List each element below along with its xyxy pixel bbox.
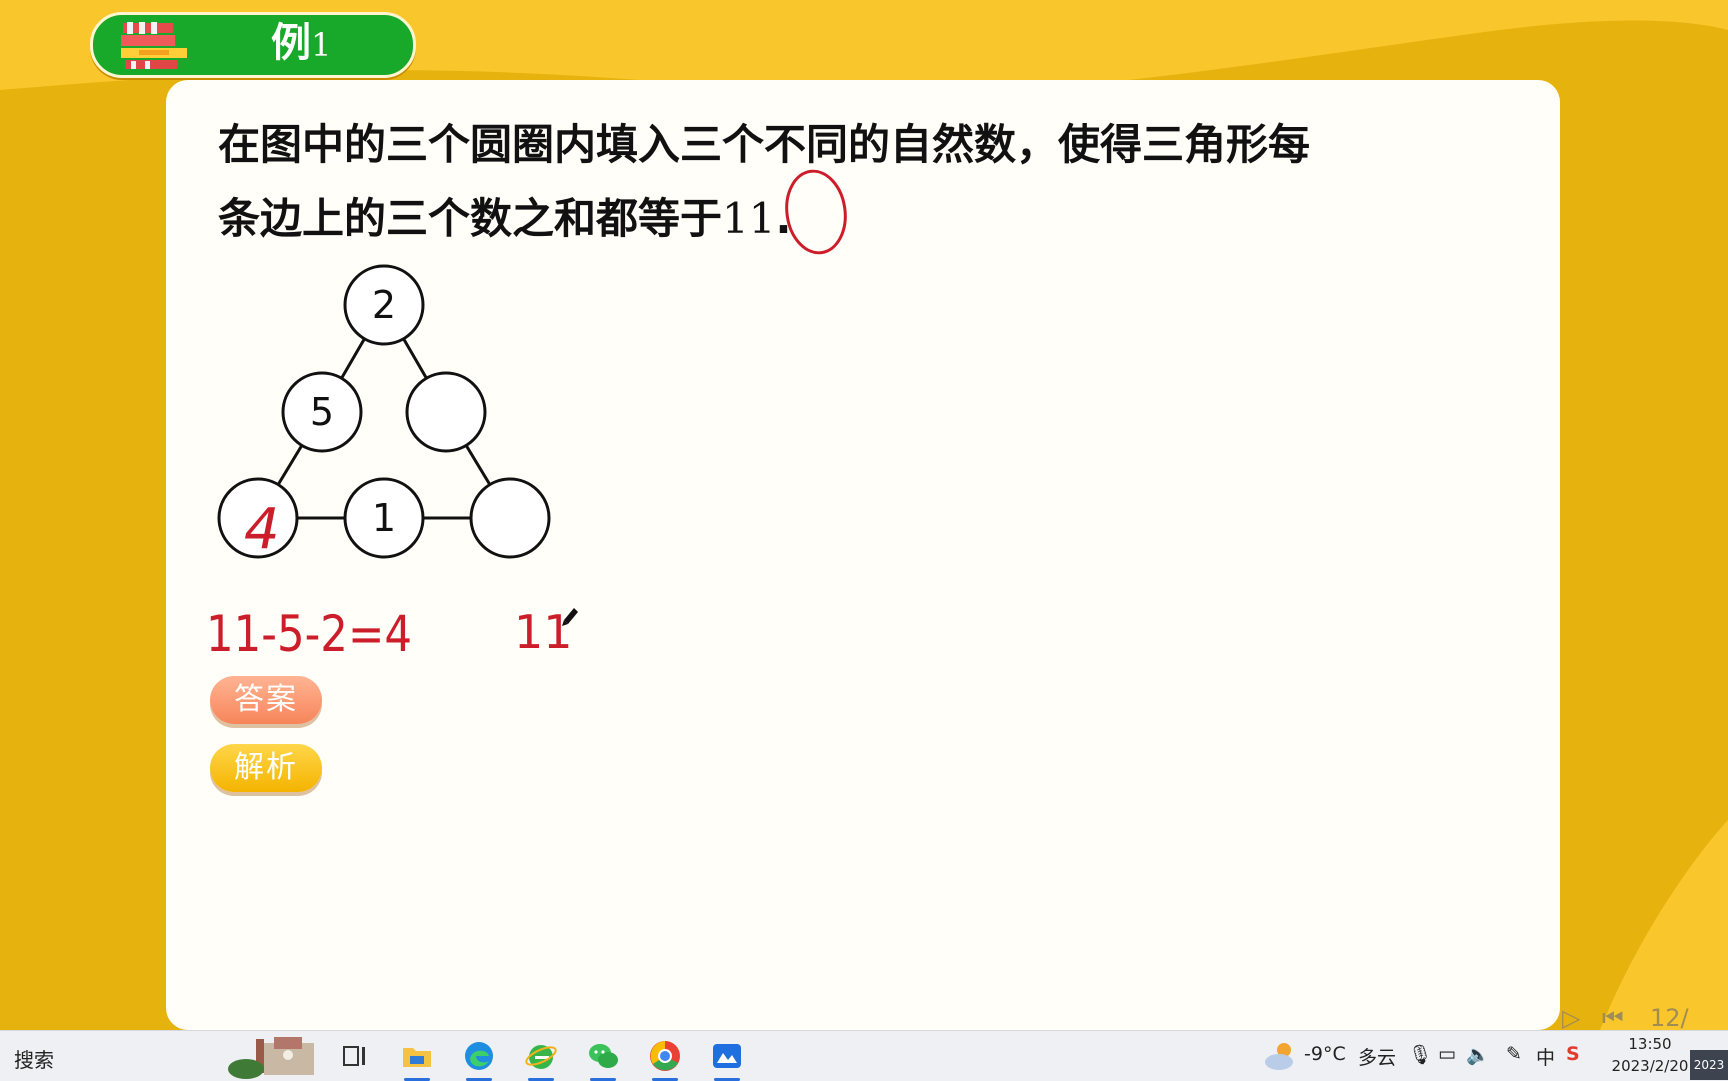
volume-icon[interactable]: 🔈 <box>1466 1043 1490 1066</box>
answer-button[interactable]: 答案 <box>210 676 322 724</box>
analysis-button[interactable]: 解析 <box>210 744 322 792</box>
triangle-diagram: 2 5 1 <box>217 264 551 559</box>
circle-left-mid-value: 5 <box>310 390 334 434</box>
title-prefix: 例 <box>271 20 311 66</box>
clock-date: 2023/2/20 <box>1611 1057 1689 1075</box>
clock-time: 13:50 <box>1628 1035 1672 1053</box>
file-explorer-icon[interactable] <box>400 1039 434 1081</box>
example-title-badge: 例1 <box>90 12 416 78</box>
meeting-app-icon[interactable] <box>710 1039 744 1081</box>
weather-temperature[interactable]: -9°C <box>1304 1043 1346 1065</box>
question-text: 在图中的三个圆圈内填入三个不同的自然数，使得三角形每 条边上的三个数之和都等于1… <box>218 108 1518 256</box>
play-icon[interactable]: ▷ <box>1562 1004 1580 1032</box>
question-line-1: 在图中的三个圆圈内填入三个不同的自然数，使得三角形每 <box>218 120 1311 169</box>
previous-icon[interactable]: ⏮ <box>1602 1004 1624 1032</box>
clock[interactable]: 13:50 2023/2/20 <box>1600 1033 1700 1077</box>
edge-browser-icon[interactable] <box>462 1039 496 1081</box>
sogou-ime-icon[interactable]: S <box>1566 1043 1580 1065</box>
ime-indicator[interactable]: 中 <box>1536 1043 1555 1070</box>
wechat-icon[interactable] <box>586 1039 620 1081</box>
example-title: 例1 <box>271 21 331 67</box>
circle-bottom-mid[interactable]: 1 <box>343 477 425 559</box>
question-line-2-text: 条边上的三个数之和都等于 <box>218 194 723 243</box>
circle-top[interactable]: 2 <box>343 264 425 346</box>
task-view-icon[interactable] <box>338 1039 372 1073</box>
weather-cloud-icon[interactable] <box>1262 1039 1298 1073</box>
circle-right-mid[interactable] <box>405 371 487 453</box>
microphone-icon[interactable]: 🎙 <box>1408 1043 1432 1066</box>
question-end: . <box>775 194 792 243</box>
circle-top-value: 2 <box>372 283 396 327</box>
ie-browser-icon[interactable] <box>524 1039 558 1081</box>
books-icon <box>121 22 187 69</box>
circle-left-mid[interactable]: 5 <box>281 371 363 453</box>
circle-bottom-mid-value: 1 <box>372 496 396 540</box>
chrome-icon[interactable] <box>648 1039 682 1081</box>
question-number: 11 <box>722 194 776 243</box>
page-indicator: 12/ <box>1650 1004 1689 1032</box>
network-icon[interactable]: ▭ <box>1438 1043 1456 1065</box>
pen-icon[interactable]: ✎ <box>1506 1043 1522 1065</box>
circle-bottom-right[interactable] <box>469 477 551 559</box>
search-highlight-image <box>226 1033 322 1079</box>
taskbar: 搜索 -9°C 多云 🎙 ▭ 🔈 ✎ 中 S 13:50 2023/2/20 <box>0 1030 1728 1081</box>
title-number: 1 <box>311 26 332 64</box>
question-line-2: 条边上的三个数之和都等于11. <box>218 182 1518 256</box>
taskbar-search[interactable]: 搜索 <box>14 1044 54 1073</box>
notification-corner[interactable]: 2023 <box>1690 1050 1728 1080</box>
circle-bottom-left[interactable] <box>217 477 299 559</box>
weather-description[interactable]: 多云 <box>1358 1043 1396 1070</box>
